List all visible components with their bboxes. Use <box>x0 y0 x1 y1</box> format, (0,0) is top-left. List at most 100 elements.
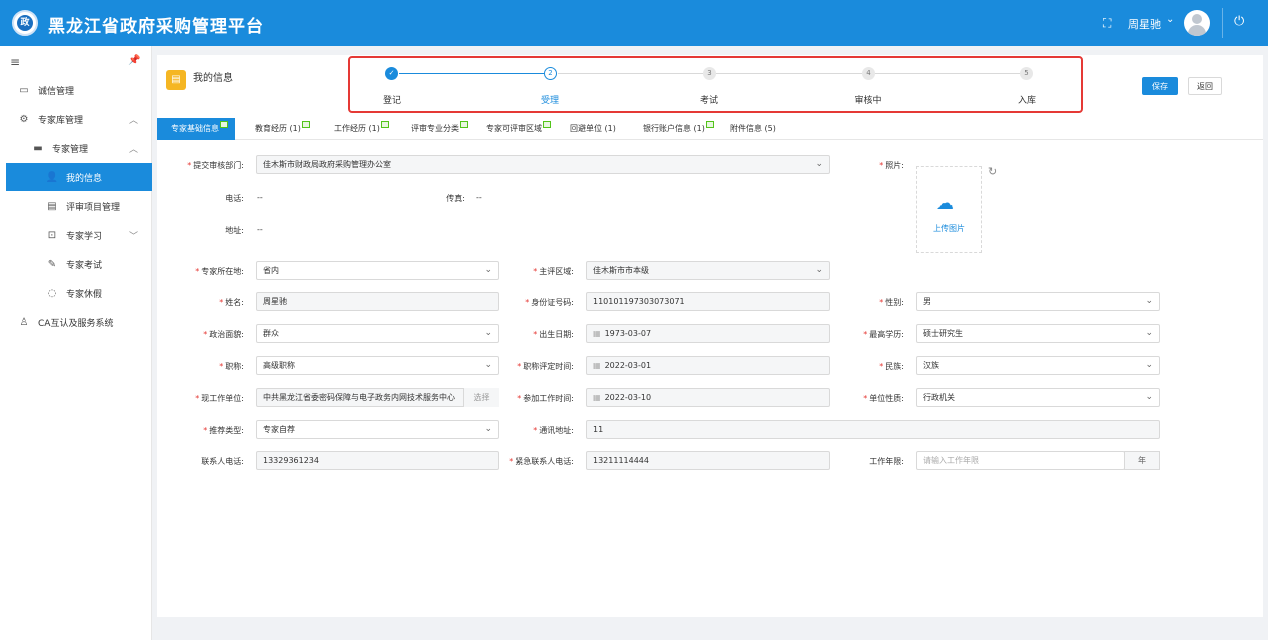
tab-bank-account[interactable]: 银行账户信息 (1) <box>643 118 714 140</box>
step-4-label: 审核中 <box>854 96 882 106</box>
sidebar-item-label: 专家考试 <box>66 260 103 271</box>
calendar-icon: ▦ <box>593 329 601 338</box>
step-2-indicator: 2 <box>544 67 557 80</box>
user-name[interactable]: 周星驰 <box>1128 16 1161 32</box>
sidebar-item-review-projects[interactable]: ▤ 评审项目管理 <box>0 192 152 220</box>
chevron-down-icon: ⌄ <box>1145 328 1153 338</box>
tab-review-area[interactable]: 专家可评审区域 <box>486 118 551 140</box>
sidebar-item-learning[interactable]: ⊡ 专家学习 ﹀ <box>0 221 152 249</box>
recommend-value: 专家自荐 <box>263 425 295 434</box>
monitor-icon: ▬ <box>33 142 43 154</box>
step-1-check-icon: ✓ <box>385 67 398 80</box>
contact-phone-field[interactable]: 13329361234 <box>256 451 499 470</box>
sidebar-item-my-info[interactable]: 👤 我的信息 <box>6 163 152 191</box>
sidebar-item-label: 专家管理 <box>52 144 89 155</box>
refresh-icon[interactable]: ↻ <box>988 165 997 178</box>
gender-value: 男 <box>923 297 931 306</box>
chevron-down-icon: ⌄ <box>484 328 492 338</box>
step-5-indicator: 5 <box>1020 67 1033 80</box>
chevron-up-icon: ︿ <box>128 115 138 126</box>
tab-education[interactable]: 教育经历 (1) <box>255 118 310 140</box>
sidebar-item-credit[interactable]: ▭ 诚信管理 <box>0 76 152 104</box>
area-value: 佳木斯市市本级 <box>593 266 649 275</box>
title-date-field[interactable]: ▦ 2022-03-01 <box>586 356 830 375</box>
step-4-indicator: 4 <box>862 67 875 80</box>
employer-label: * 现工作单位: <box>195 394 244 403</box>
unit-nature-select[interactable]: 行政机关 ⌄ <box>916 388 1160 407</box>
location-select[interactable]: 省内 ⌄ <box>256 261 499 280</box>
edit-flag-icon <box>380 121 389 128</box>
unit-nature-label: * 单位性质: <box>863 394 904 403</box>
unit-nature-value: 行政机关 <box>923 393 955 402</box>
sidebar-item-label: 诚信管理 <box>38 86 75 97</box>
work-start-field[interactable]: ▦ 2022-03-10 <box>586 388 830 407</box>
sidebar: ≡ 📌 ▭ 诚信管理 ⚙ 专家库管理 ︿ ▬ 专家管理 ︿ 👤 我的信息 ▤ 评审项目管理 ⊡… <box>0 46 152 640</box>
sidebar-item-expert-manage[interactable]: ▬ 专家管理 ︿ <box>0 134 152 162</box>
dept-select[interactable]: 佳木斯市财政局政府采购管理办公室 ⌄ <box>256 155 830 174</box>
tab-avoid-units[interactable]: 回避单位 (1) <box>570 118 616 140</box>
name-field[interactable]: 周星驰 <box>256 292 499 311</box>
id-field[interactable]: 110101197303073071 <box>586 292 830 311</box>
sidebar-item-ca[interactable]: ♙ CA互认及服务系统 <box>0 308 152 336</box>
upload-label[interactable]: 上传图片 <box>933 223 965 234</box>
tab-label: 工作经历 (1) <box>334 124 380 133</box>
work-years-unit: 年 <box>1124 451 1160 470</box>
tab-specialty[interactable]: 评审专业分类 <box>411 118 468 140</box>
ca-icon: ♙ <box>19 316 29 328</box>
education-select[interactable]: 硕士研究生 ⌄ <box>916 324 1160 343</box>
power-icon[interactable]: ⏻ <box>1234 14 1244 29</box>
education-label: * 最高学历: <box>863 330 904 339</box>
nation-select[interactable]: 汉族 ⌄ <box>916 356 1160 375</box>
edit-flag-icon <box>460 121 468 128</box>
pin-icon[interactable]: 📌 <box>128 55 140 66</box>
back-button[interactable]: 返回 <box>1188 77 1222 95</box>
area-label: * 主评区域: <box>533 267 574 276</box>
info-icon: ▤ <box>166 70 186 90</box>
fullscreen-icon[interactable]: ⛶ <box>1103 16 1111 31</box>
menu-toggle-icon[interactable]: ≡ <box>10 55 20 69</box>
location-label: * 专家所在地: <box>195 267 244 276</box>
emergency-phone-field[interactable]: 13211114444 <box>586 451 830 470</box>
tab-attachments[interactable]: 附件信息 (5) <box>730 118 776 140</box>
chevron-down-icon: ⌄ <box>1145 360 1153 370</box>
gender-select[interactable]: 男 ⌄ <box>916 292 1160 311</box>
title-select[interactable]: 高级职称 ⌄ <box>256 356 499 375</box>
area-select[interactable]: 佳木斯市市本级 ⌄ <box>586 261 830 280</box>
politics-select[interactable]: 群众 ⌄ <box>256 324 499 343</box>
address-value: -- <box>257 225 263 234</box>
sidebar-item-expert-library[interactable]: ⚙ 专家库管理 ︿ <box>0 105 152 133</box>
top-header: 政 黑龙江省政府采购管理平台 ⛶ 周星驰 ⌄ ⏻ <box>0 0 1268 46</box>
work-years-input[interactable]: 请输入工作年限 <box>916 451 1125 470</box>
birth-date-field[interactable]: ▦ 1973-03-07 <box>586 324 830 343</box>
exam-icon: ✎ <box>47 258 57 270</box>
phone-value: -- <box>257 193 263 202</box>
tab-label: 银行账户信息 (1) <box>643 124 705 133</box>
mail-address-field[interactable]: 11 <box>586 420 1160 439</box>
chevron-down-icon: ⌄ <box>815 265 823 275</box>
dept-value: 佳木斯市财政局政府采购管理办公室 <box>263 160 391 169</box>
employer-value: 中共黑龙江省委密码保障与电子政务内网技术服务中心 <box>263 393 455 402</box>
chevron-down-icon: ⌄ <box>484 265 492 275</box>
tab-bar: 专家基础信息 教育经历 (1) 工作经历 (1) 评审专业分类 专家可评审区域 … <box>157 118 1263 140</box>
save-button[interactable]: 保存 <box>1142 77 1178 95</box>
nation-value: 汉族 <box>923 361 939 370</box>
step-3-label: 考试 <box>699 96 719 106</box>
title-value: 高级职称 <box>263 361 295 370</box>
sidebar-item-leave[interactable]: ◌ 专家休假 <box>0 279 152 307</box>
cloud-upload-icon[interactable]: ☁ <box>936 193 954 214</box>
birth-value: 1973-03-07 <box>604 329 652 338</box>
select-employer-button[interactable]: 选择 <box>463 388 499 407</box>
step-5-label: 入库 <box>1017 96 1037 106</box>
recommend-select[interactable]: 专家自荐 ⌄ <box>256 420 499 439</box>
chevron-down-icon: ⌄ <box>1145 392 1153 402</box>
chevron-down-icon: ⌄ <box>1145 296 1153 306</box>
avatar[interactable] <box>1184 10 1210 36</box>
contact-phone-label: 联系人电话: <box>201 457 244 466</box>
step-connector <box>874 73 1020 74</box>
fax-label: 传真: <box>446 194 465 203</box>
chevron-down-icon[interactable]: ⌄ <box>1166 14 1174 25</box>
work-start-value: 2022-03-10 <box>604 393 652 402</box>
tab-basic-info[interactable]: 专家基础信息 <box>157 118 235 140</box>
sidebar-item-exam[interactable]: ✎ 专家考试 <box>0 250 152 278</box>
tab-work[interactable]: 工作经历 (1) <box>334 118 389 140</box>
